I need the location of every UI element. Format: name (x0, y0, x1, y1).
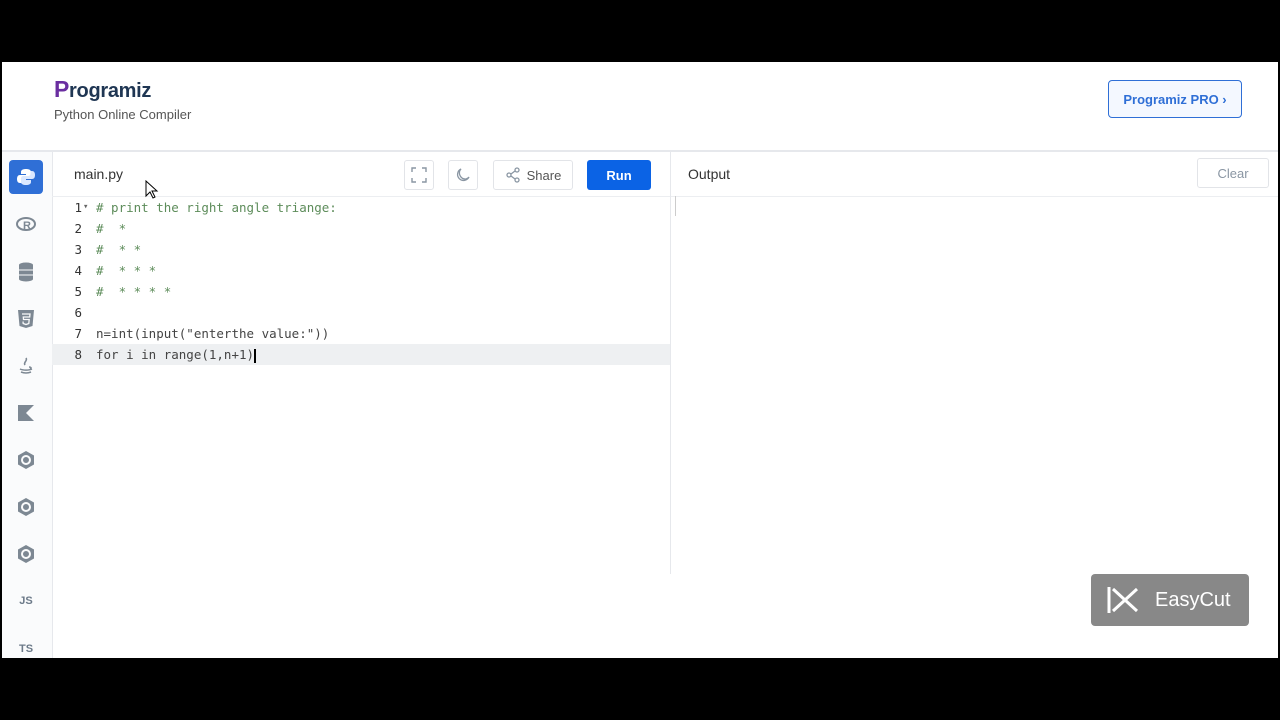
code-line-active: 8 for i in range(1,n+1) (52, 344, 670, 365)
dark-mode-button[interactable] (448, 160, 478, 190)
logo[interactable]: Programiz Python Online Compiler (54, 76, 191, 122)
share-label: Share (526, 167, 562, 183)
line-number: 1 (74, 200, 82, 215)
c-icon[interactable] (9, 443, 43, 477)
code-line: 6 (52, 302, 670, 323)
code-text-content: for i in range(1,n+1) (96, 347, 255, 362)
fold-toggle-icon[interactable]: ▾ (83, 197, 88, 218)
share-icon (505, 167, 520, 183)
fullscreen-icon (411, 167, 427, 183)
app-window: Programiz Python Online Compiler Program… (2, 62, 1278, 658)
logo-wordmark: Programiz (54, 76, 191, 103)
kotlin-icon[interactable] (9, 396, 43, 430)
moon-icon (457, 168, 470, 181)
code-line: 5 # * * * * (52, 281, 670, 302)
code-text: # * * (96, 242, 142, 257)
code-line: 1 ▾ # print the right angle triange: (52, 197, 670, 218)
python-icon[interactable] (9, 160, 43, 194)
mouse-cursor-icon (145, 180, 159, 199)
code-text: # * * * * (96, 284, 172, 299)
code-editor[interactable]: 1 ▾ # print the right angle triange: 2 #… (52, 197, 670, 658)
js-icon[interactable]: JS (9, 584, 43, 618)
file-tab-main[interactable]: main.py (74, 166, 123, 182)
line-number: 6 (74, 305, 82, 320)
csharp-icon[interactable] (9, 537, 43, 571)
language-sidebar: R JS TS (2, 152, 53, 658)
logo-text: rogramiz (69, 80, 152, 102)
svg-text:R: R (23, 220, 31, 232)
line-number: 2 (74, 221, 82, 236)
ts-icon[interactable]: TS (9, 632, 43, 658)
r-icon[interactable]: R (9, 208, 43, 242)
share-button[interactable]: Share (493, 160, 573, 190)
code-text: # print the right angle triange: (96, 200, 337, 215)
logo-letter: P (54, 76, 70, 102)
programiz-pro-button[interactable]: Programiz PRO › (1108, 80, 1242, 118)
output-title: Output (688, 166, 731, 182)
line-number: 7 (74, 326, 82, 341)
sql-icon[interactable] (9, 255, 43, 289)
java-icon[interactable] (9, 349, 43, 383)
cpp-icon[interactable] (9, 490, 43, 524)
clear-button[interactable]: Clear (1197, 158, 1269, 188)
code-text: n=int(input("enterthe value:")) (96, 326, 330, 341)
easycut-logo-icon (1107, 587, 1139, 613)
header: Programiz Python Online Compiler Program… (2, 62, 1278, 152)
watermark-text: EasyCut (1155, 588, 1231, 611)
code-line: 4 # * * * (52, 260, 670, 281)
line-number: 4 (74, 263, 82, 278)
easycut-watermark: EasyCut (1091, 574, 1249, 626)
line-number: 3 (74, 242, 82, 257)
fullscreen-button[interactable] (404, 160, 434, 190)
html-icon[interactable] (9, 302, 43, 336)
run-button[interactable]: Run (587, 160, 651, 190)
code-line: 2 # * (52, 218, 670, 239)
code-text: # * (96, 221, 127, 236)
text-caret (254, 348, 256, 363)
output-panel[interactable] (671, 197, 1278, 574)
compiler-subtitle: Python Online Compiler (54, 107, 192, 122)
line-number: 8 (74, 347, 82, 362)
code-line: 3 # * * (52, 239, 670, 260)
line-number: 5 (74, 284, 82, 299)
code-text: for i in range(1,n+1) (96, 344, 256, 365)
code-text: # * * * (96, 263, 157, 278)
output-header: Output Clear (671, 152, 1278, 197)
code-line: 7 n=int(input("enterthe value:")) (52, 323, 670, 344)
